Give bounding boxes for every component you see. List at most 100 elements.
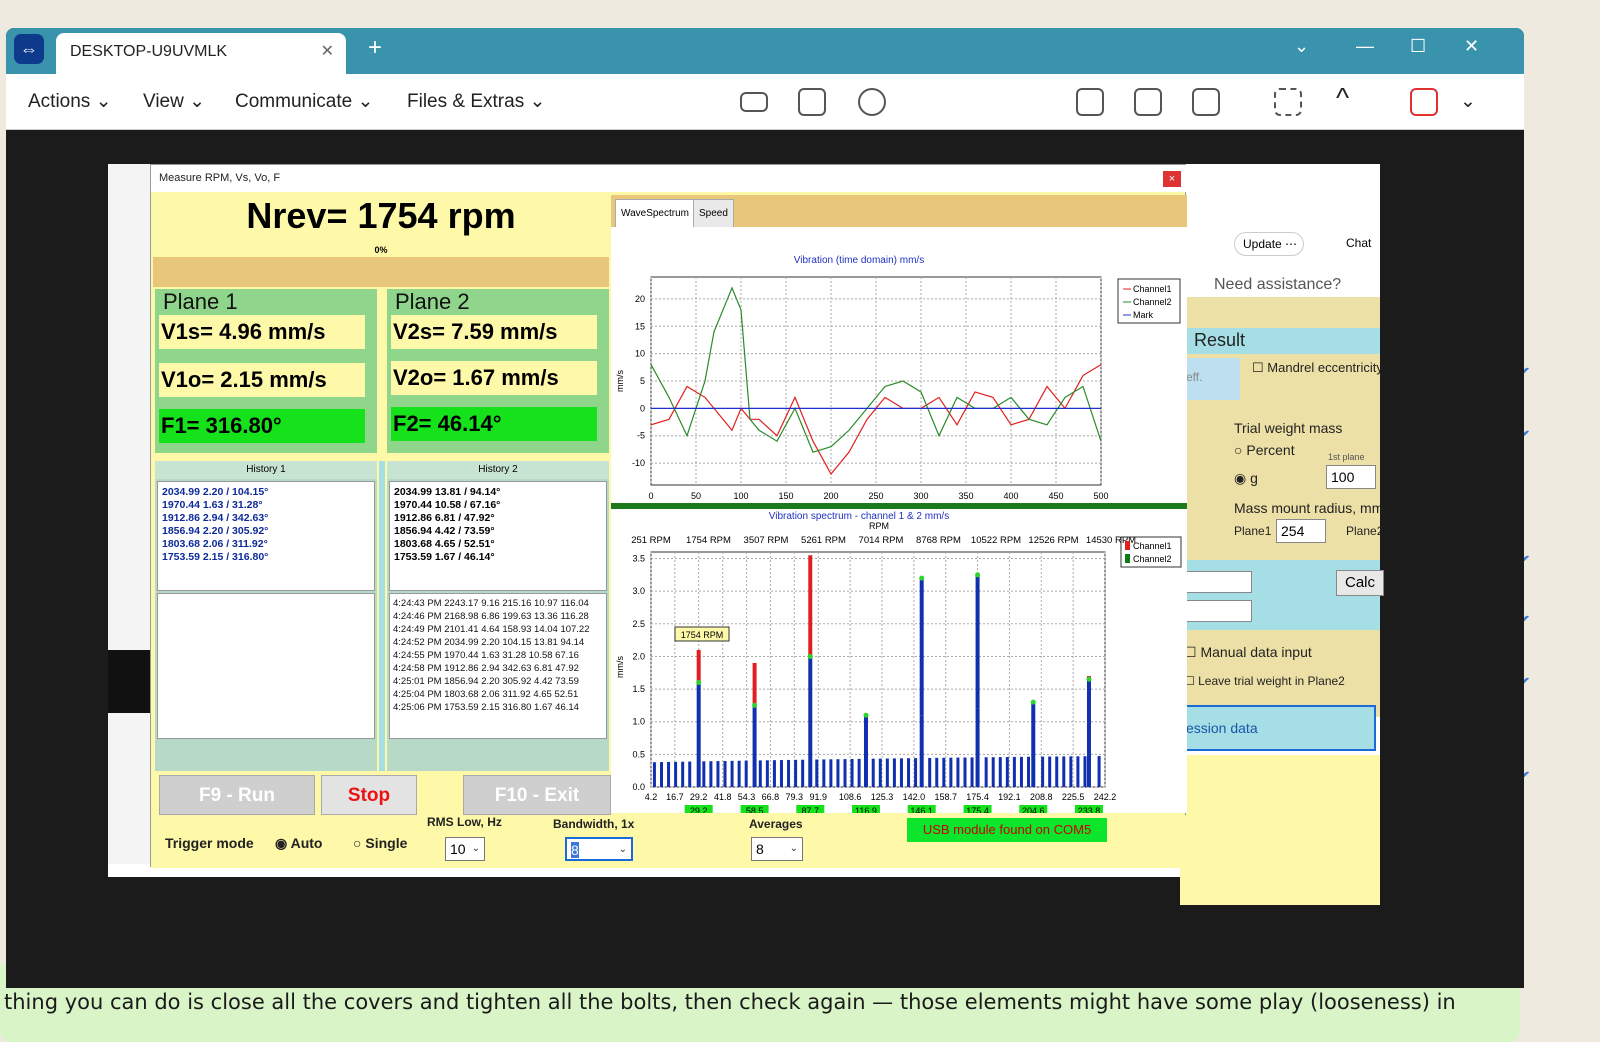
- y-axis-label: mm/s: [615, 656, 625, 678]
- x-axis-label: RPM: [869, 521, 889, 531]
- history1-log[interactable]: [157, 593, 375, 739]
- calc-input-1[interactable]: [1184, 571, 1252, 593]
- x-tick-label: 4.2: [645, 792, 658, 802]
- splitter[interactable]: [379, 461, 385, 771]
- peak-label: 116.9: [855, 806, 877, 813]
- auto-radio[interactable]: ◉ Auto: [275, 835, 322, 852]
- rms-label: RMS Low, Hz: [427, 815, 502, 829]
- collapse-icon[interactable]: ^: [1336, 82, 1349, 114]
- x-tick-label: 91.9: [810, 792, 828, 802]
- update-button[interactable]: Update ⋯: [1234, 232, 1304, 256]
- legend-label: Channel1: [1133, 541, 1172, 551]
- spectrum-noise-bar: [1041, 756, 1045, 787]
- minimize-icon[interactable]: —: [1356, 36, 1374, 57]
- history2-list[interactable]: 2034.99 13.81 / 94.14° 1970.44 10.58 / 6…: [389, 481, 607, 591]
- y-tick-label: 5: [640, 376, 645, 386]
- spectrum-noise-bar: [723, 760, 727, 787]
- bandwidth-select[interactable]: 8 ⌄: [565, 837, 633, 861]
- tab-wavespectrum[interactable]: WaveSpectrum: [615, 199, 695, 227]
- progress-text: 0%: [374, 245, 388, 255]
- chevron-down-icon[interactable]: ⌄: [1460, 90, 1476, 113]
- spectrum-noise-bar: [1012, 756, 1016, 787]
- menu-view[interactable]: View ⌄: [143, 90, 205, 113]
- v1o-value: V1o= 2.15 mm/s: [159, 363, 365, 397]
- averages-select[interactable]: 8 ⌄: [751, 837, 803, 861]
- clipboard-icon[interactable]: [1076, 88, 1104, 116]
- spectrum-noise-bar: [765, 760, 769, 787]
- stop-button[interactable]: Stop: [321, 775, 417, 815]
- trigger-mode-label: Trigger mode: [165, 835, 254, 851]
- log-line: 4:24:46 PM 2168.98 6.86 199.63 13.36 116…: [393, 611, 589, 622]
- close-icon[interactable]: ×: [1163, 171, 1181, 187]
- chevron-down-icon[interactable]: ⌄: [1294, 36, 1309, 57]
- channel2-marker: [1086, 676, 1092, 682]
- plane1-title: Plane 1: [163, 289, 238, 314]
- chart-pane: WaveSpectrum Speed Vibration (time domai…: [611, 195, 1187, 813]
- x-tick-label: 500: [1093, 491, 1108, 501]
- leave-trial-checkbox[interactable]: ☐ Leave trial weight in Plane2: [1184, 674, 1345, 688]
- history1-list[interactable]: 2034.99 2.20 / 104.15° 1970.44 1.63 / 31…: [157, 481, 375, 591]
- percent-radio[interactable]: ○ Percent: [1234, 442, 1295, 458]
- calc-button[interactable]: Calc: [1336, 570, 1384, 596]
- single-radio[interactable]: ○ Single: [353, 835, 407, 851]
- first-plane-label: 1st plane: [1328, 452, 1365, 462]
- trial-weight-input[interactable]: 100: [1326, 465, 1376, 489]
- list-item: 1970.44 10.58 / 67.16°: [394, 499, 501, 511]
- measure-window: Measure RPM, Vs, Vo, F × Nrev= 1754 rpm …: [150, 164, 1187, 868]
- peak-label: 146.1: [910, 806, 933, 813]
- maximize-icon[interactable]: ☐: [1410, 36, 1426, 57]
- session-tab[interactable]: DESKTOP-U9UVMLK ✕: [56, 33, 346, 74]
- chat-button[interactable]: Chat: [1346, 236, 1371, 250]
- form-bottom: [1180, 755, 1380, 905]
- end-session-icon[interactable]: [1410, 88, 1438, 116]
- rpm-tick-label: 251 RPM: [631, 535, 671, 546]
- rms-select[interactable]: 10 ⌄: [445, 837, 485, 861]
- x-tick-label: 200: [823, 491, 838, 501]
- spectrum-bar: [808, 656, 813, 787]
- session-restart-icon[interactable]: [858, 88, 886, 116]
- menu-files-extras[interactable]: Files & Extras ⌄: [407, 90, 545, 113]
- spectrum-noise-bar: [885, 758, 889, 787]
- f1-value: F1= 316.80°: [159, 409, 365, 443]
- calc-input-2[interactable]: [1184, 600, 1252, 622]
- menu-actions[interactable]: Actions ⌄: [28, 90, 112, 113]
- fullscreen-icon[interactable]: [1274, 88, 1302, 116]
- whiteboard-icon[interactable]: [1134, 88, 1162, 116]
- charts-svg: Vibration (time domain) mm/s0 50 100 150 200…: [611, 255, 1187, 813]
- log-line: 4:25:06 PM 1753.59 2.15 316.80 1.67 46.1…: [393, 702, 579, 713]
- new-tab-icon[interactable]: +: [368, 34, 382, 62]
- menu-communicate[interactable]: Communicate ⌄: [235, 90, 373, 113]
- manual-checkbox[interactable]: ☐ Manual data input: [1184, 644, 1312, 661]
- plane1-radius-input[interactable]: 254: [1276, 519, 1326, 543]
- x-tick-label: 400: [1003, 491, 1018, 501]
- mass-mount-label: Mass mount radius, mm: [1234, 500, 1384, 516]
- log-line: 4:24:58 PM 1912.86 2.94 342.63 6.81 47.9…: [393, 663, 579, 674]
- bandwidth-label: Bandwidth, 1x: [553, 817, 635, 831]
- screenshot-icon[interactable]: [1192, 88, 1220, 116]
- tab-speed[interactable]: Speed: [693, 199, 734, 227]
- spectrum-noise-bar: [871, 758, 875, 787]
- history2-log[interactable]: 4:24:43 PM 2243.17 9.16 215.16 10.97 116…: [389, 593, 607, 739]
- legend-label: Mark: [1133, 310, 1153, 320]
- x-tick-label: 125.3: [871, 792, 894, 802]
- rpm-tick-label: 3507 RPM: [744, 535, 789, 546]
- spectrum-bar: [1086, 679, 1091, 787]
- rpm-readout: Nrev= 1754 rpm: [246, 195, 516, 236]
- exit-button[interactable]: F10 - Exit: [463, 775, 611, 815]
- x-tick-label: 150: [778, 491, 793, 501]
- session-data-button[interactable]: ession data: [1180, 705, 1376, 751]
- remote-keyboard-icon[interactable]: [740, 92, 768, 112]
- list-item: 1912.86 2.94 / 342.63°: [162, 512, 269, 524]
- close-tab-icon[interactable]: ✕: [321, 33, 334, 71]
- y-tick-label: 2.5: [632, 619, 645, 629]
- file-transfer-icon[interactable]: [798, 88, 826, 116]
- g-radio[interactable]: ◉ g: [1234, 470, 1258, 487]
- run-button[interactable]: F9 - Run: [159, 775, 315, 815]
- y-tick-label: 0.0: [632, 782, 645, 792]
- plane2-title: Plane 2: [395, 289, 470, 314]
- peak-label: 58.5: [746, 806, 764, 813]
- mandrel-checkbox[interactable]: ☐ Mandrel eccentricity: [1252, 360, 1383, 376]
- annotation-label: 1754 RPM: [681, 630, 724, 640]
- log-line: 4:24:49 PM 2101.41 4.64 158.93 14.04 107…: [393, 624, 590, 635]
- close-window-icon[interactable]: ✕: [1464, 36, 1479, 57]
